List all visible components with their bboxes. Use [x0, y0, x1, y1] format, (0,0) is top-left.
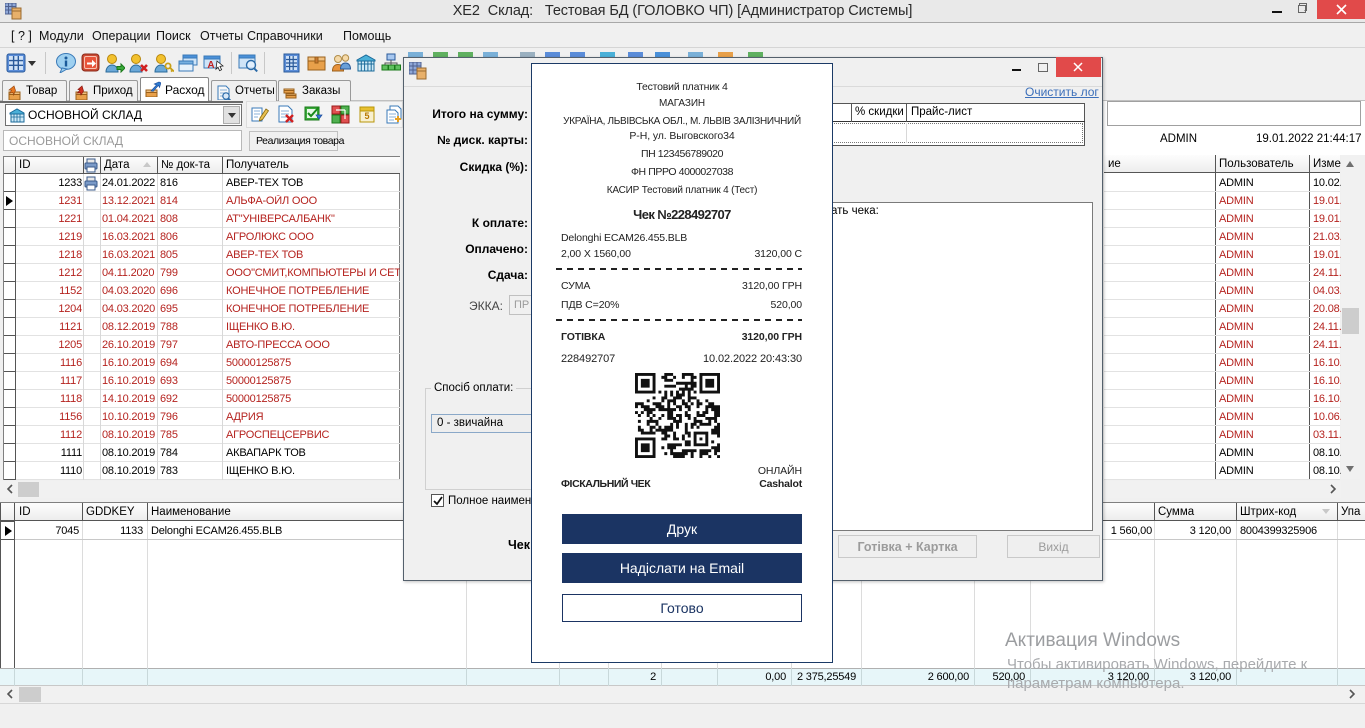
svg-text:A: A [207, 60, 214, 71]
